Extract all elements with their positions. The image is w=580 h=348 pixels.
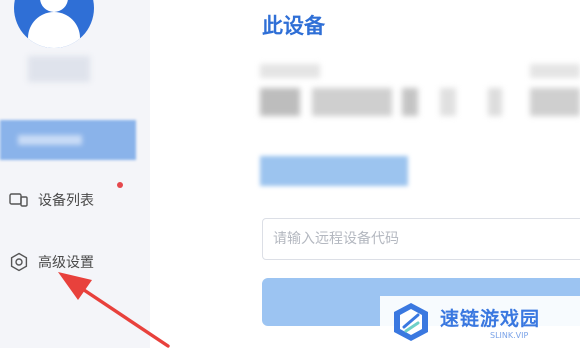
watermark-title: 速链游戏园 — [440, 308, 541, 330]
avatar-head — [40, 0, 68, 12]
settings-icon — [8, 251, 30, 273]
sidebar-item-label: 设备列表 — [38, 193, 94, 209]
watermark-subtitle: SLINK.VIP — [490, 331, 529, 340]
notification-dot — [117, 182, 123, 188]
redacted-device-id — [260, 88, 580, 116]
page-title: 此设备 — [262, 14, 325, 38]
sidebar-item-this-device[interactable] — [0, 120, 136, 160]
watermark: 速链游戏园 SLINK.VIP — [380, 296, 580, 348]
sidebar-item-label: 高级设置 — [38, 255, 94, 271]
avatar-shoulders — [28, 12, 80, 48]
remote-code-input[interactable] — [262, 218, 580, 260]
watermark-logo-icon — [394, 303, 428, 341]
redacted-device-info-top — [260, 64, 580, 80]
avatar[interactable] — [14, 0, 94, 48]
redacted-label — [18, 135, 82, 145]
sidebar: 设备列表 高级设置 — [0, 0, 150, 348]
redacted-username — [28, 56, 90, 82]
redacted-link[interactable] — [260, 156, 408, 186]
sidebar-item-advanced-settings[interactable]: 高级设置 — [8, 248, 94, 276]
sidebar-item-device-list[interactable]: 设备列表 — [8, 186, 94, 214]
devices-icon — [8, 189, 30, 211]
